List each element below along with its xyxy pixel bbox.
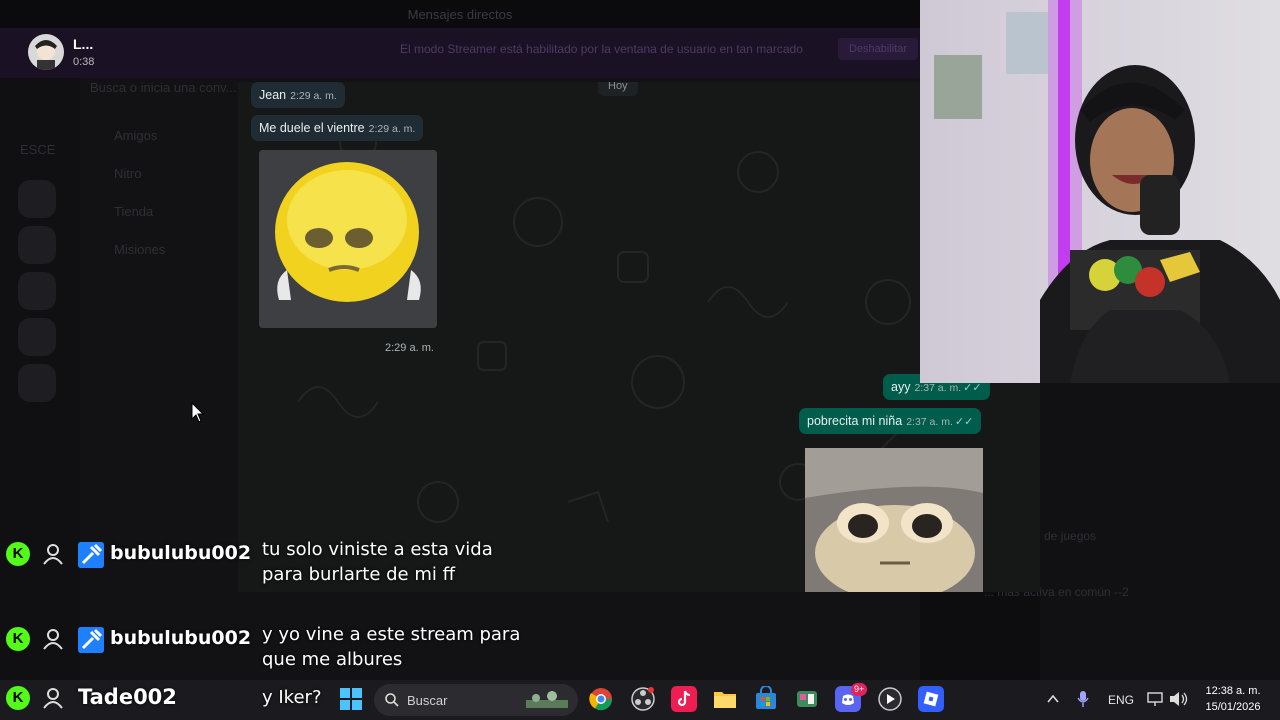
roblox-icon[interactable] xyxy=(918,686,944,712)
kick-badge-icon: K xyxy=(6,627,30,651)
message-text: ayy xyxy=(891,380,911,394)
chat-username: bubulubu002 xyxy=(110,542,252,564)
nav-item-quests[interactable]: Misiones xyxy=(114,242,165,257)
media-player-icon[interactable] xyxy=(877,686,903,712)
dm-search-input[interactable]: Busca o inicia una conv... xyxy=(90,80,236,95)
network-icon[interactable] xyxy=(1146,690,1164,708)
search-highlight-icon xyxy=(526,691,568,708)
message-time: 2:37 a. m. xyxy=(906,416,953,428)
server-icon[interactable] xyxy=(18,364,56,402)
voice-call-bar: L... 0:38 El modo Streamer está habilita… xyxy=(0,28,920,78)
avatar[interactable] xyxy=(28,34,64,70)
dm-panel: Busca o inicia una conv... Amigos Nitro … xyxy=(80,80,240,520)
chat-message-text: tu solo viniste a esta vida para burlart… xyxy=(262,539,493,585)
streamer-mode-notice: El modo Streamer está habilitado por la … xyxy=(400,42,803,56)
frog-plush-sticker[interactable] xyxy=(805,448,983,592)
message-time: 2:29 a. m. xyxy=(290,90,337,102)
windows-taskbar: Buscar 9+ ENG 12:38 a. m. 15/01/2026 xyxy=(0,680,1280,720)
section-label: ESCE xyxy=(20,142,56,157)
message-incoming[interactable]: Jean 2:29 a. m. xyxy=(251,82,345,108)
read-receipt-icon: ✓✓ xyxy=(954,416,974,428)
person-icon xyxy=(43,629,63,650)
chat-message-text: y Iker? xyxy=(262,687,322,708)
volume-icon[interactable] xyxy=(1168,690,1188,708)
message-text: Jean xyxy=(259,88,287,102)
message-text: Me duele el vientre xyxy=(259,121,365,135)
obs-icon[interactable] xyxy=(630,686,656,712)
server-icon[interactable] xyxy=(18,180,56,218)
clock-time: 12:38 a. m. xyxy=(1205,685,1261,697)
day-divider: Hoy xyxy=(598,82,638,96)
message-outgoing[interactable]: pobrecita mi niña 2:37 a. m. ✓✓ xyxy=(799,408,982,434)
microsoft-store-icon[interactable] xyxy=(753,686,779,712)
chat-message-text: y yo vine a este stream para que me albu… xyxy=(262,624,521,670)
mouse-cursor-icon xyxy=(191,402,205,423)
chrome-icon[interactable] xyxy=(588,686,614,712)
person-icon xyxy=(43,544,63,565)
read-receipt-icon: ✓✓ xyxy=(963,382,982,394)
webcam-feed xyxy=(920,0,1280,383)
kick-badge-icon: K xyxy=(6,686,30,710)
server-icon[interactable] xyxy=(18,318,56,356)
server-icon[interactable] xyxy=(18,272,56,310)
nav-item-nitro[interactable]: Nitro xyxy=(114,166,141,181)
server-icon[interactable] xyxy=(18,226,56,264)
microphone-icon[interactable] xyxy=(1076,690,1090,708)
discord-notification-badge: 9+ xyxy=(851,683,868,696)
message-time: 2:29 a. m. xyxy=(368,123,416,135)
server-sidebar: ESCE xyxy=(0,30,80,680)
message-incoming[interactable]: Me duele el vientre 2:29 a. m. xyxy=(251,115,424,141)
caller-name: L... xyxy=(73,36,94,52)
chevron-up-icon[interactable] xyxy=(1046,692,1060,706)
right-panel: de juegos ... más activa en común --2 xyxy=(984,383,1280,680)
right-panel-text: de juegos xyxy=(1044,529,1097,543)
message-time: 2:29 a. m. xyxy=(385,342,434,354)
kick-badge-icon: K xyxy=(6,542,30,566)
language-indicator[interactable]: ENG xyxy=(1108,693,1134,707)
moderator-hammer-icon xyxy=(78,542,104,568)
moderator-hammer-icon xyxy=(78,627,104,653)
system-clock[interactable]: 12:38 a. m. 15/01/2026 xyxy=(1198,683,1268,715)
chat-username: bubulubu002 xyxy=(110,627,252,649)
nav-item-friends[interactable]: Amigos xyxy=(114,128,157,143)
app-icon[interactable] xyxy=(794,686,820,712)
chat-username: Tade002 xyxy=(78,685,177,709)
worried-emoji-sticker[interactable] xyxy=(259,150,437,328)
tiktok-icon[interactable] xyxy=(671,686,697,712)
message-time: 2:37 a. m. xyxy=(914,382,962,394)
background-title: Mensajes directos xyxy=(0,0,920,30)
clock-date: 15/01/2026 xyxy=(1205,701,1261,713)
nav-item-store[interactable]: Tienda xyxy=(114,204,153,219)
disable-button[interactable]: Deshabilitar xyxy=(838,38,918,60)
person-icon xyxy=(43,688,63,709)
message-text: pobrecita mi niña xyxy=(807,414,903,428)
file-explorer-icon[interactable] xyxy=(712,686,738,712)
call-timer: 0:38 xyxy=(73,56,95,68)
